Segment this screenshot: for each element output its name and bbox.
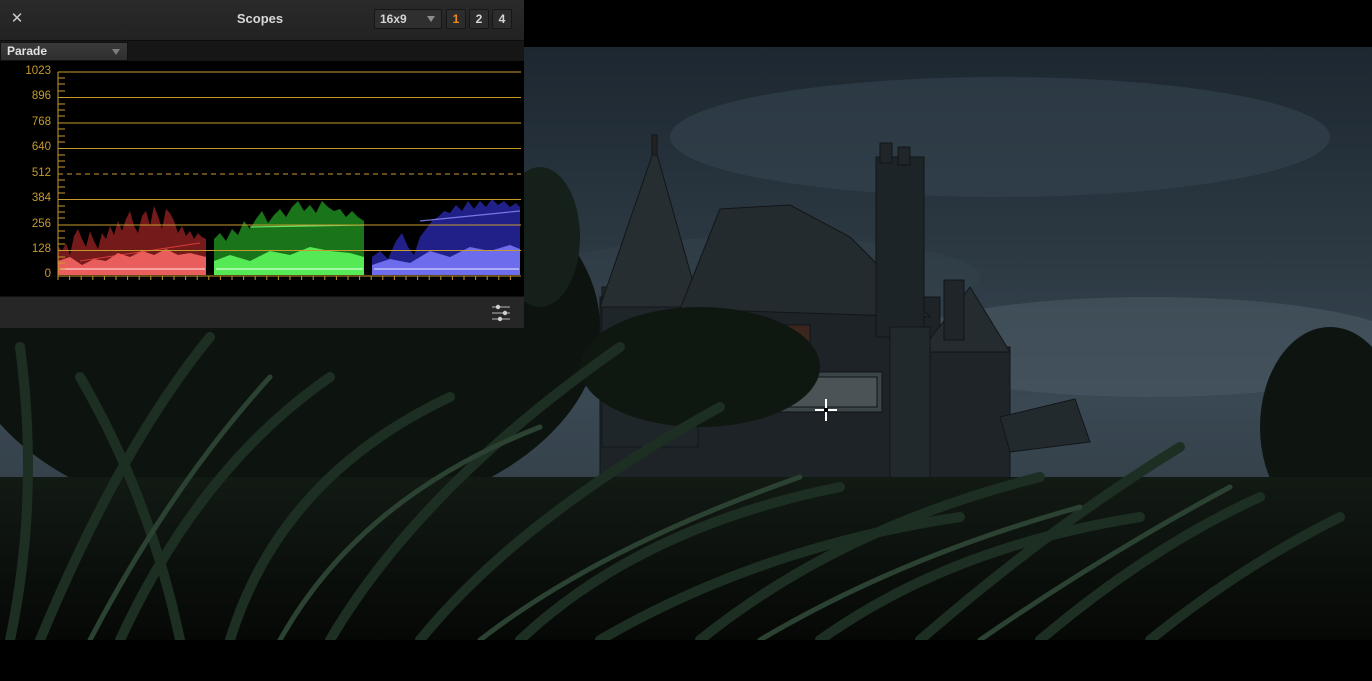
layout-button-1[interactable]: 1 [446, 9, 466, 29]
blue-channel-trace [372, 199, 521, 275]
parade-graph [57, 71, 521, 280]
aspect-ratio-value: 16x9 [380, 12, 407, 26]
axis-bottom-ticks [57, 276, 511, 280]
red-channel-trace [58, 206, 206, 275]
scale-label-768: 768 [31, 116, 51, 128]
scale-label-1023: 1023 [25, 65, 51, 77]
aspect-ratio-dropdown[interactable]: 16x9 [374, 9, 442, 29]
scopes-bottom-bar [0, 296, 524, 328]
parade-scope-display: 1023 896 768 640 512 384 256 128 0 [0, 61, 524, 296]
scale-label-512: 512 [31, 167, 51, 179]
scale-label-128: 128 [31, 243, 51, 255]
layout-button-4[interactable]: 4 [492, 9, 512, 29]
scale-label-384: 384 [31, 192, 51, 204]
sliders-icon[interactable] [490, 303, 512, 323]
chevron-down-icon [427, 16, 435, 22]
scale-label-640: 640 [31, 141, 51, 153]
scale-label-0: 0 [44, 268, 51, 280]
layout-button-2[interactable]: 2 [469, 9, 489, 29]
scopes-titlebar[interactable]: ✕ Scopes 16x9 1 2 4 [0, 0, 524, 40]
scope-mode-value: Parade [7, 44, 48, 58]
scale-label-256: 256 [31, 218, 51, 230]
window-title: Scopes [236, 11, 284, 26]
scale-label-896: 896 [31, 90, 51, 102]
scope-mode-bar: Parade [0, 40, 524, 61]
chevron-down-icon [112, 49, 120, 55]
crosshair-icon [815, 399, 837, 421]
scope-mode-dropdown[interactable]: Parade [0, 42, 128, 61]
scopes-window: ✕ Scopes 16x9 1 2 4 Parade 1023 896 768 … [0, 0, 524, 328]
green-channel-trace [214, 201, 365, 275]
